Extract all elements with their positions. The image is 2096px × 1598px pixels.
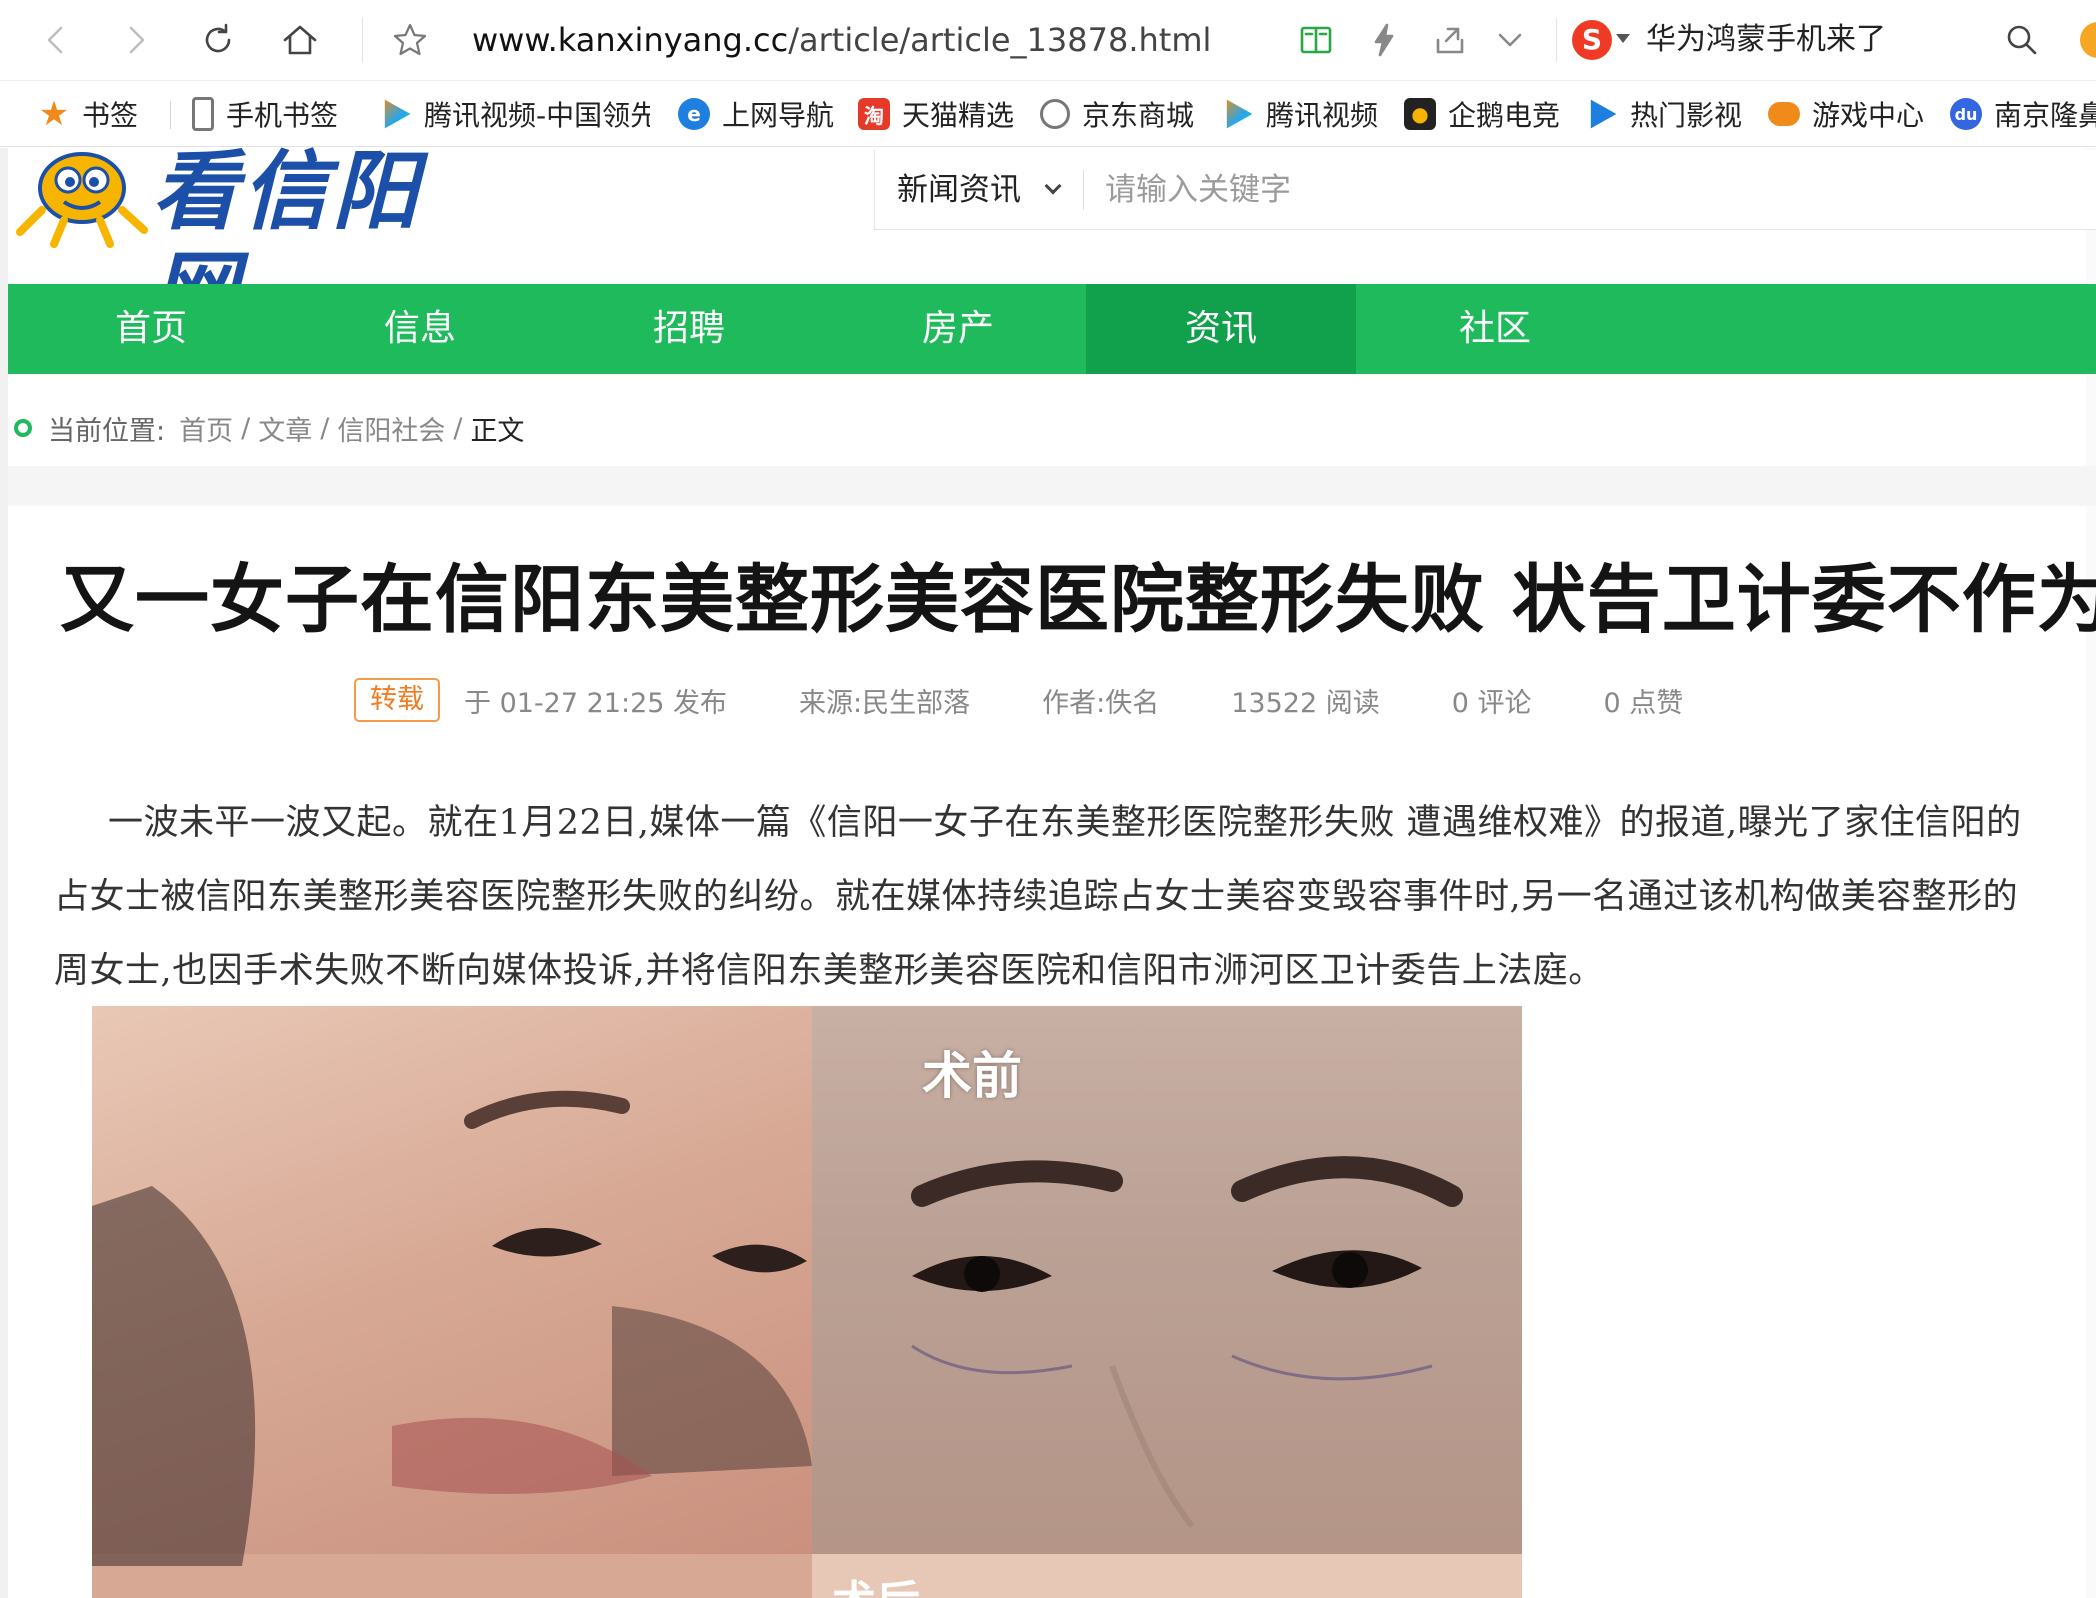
home-icon[interactable] [274, 14, 326, 66]
bookmark-label: 手机书签 [226, 99, 339, 132]
article-meta: 转载 于 01-27 21:25 发布 来源:民生部落 作者:佚名 13522 … [354, 678, 1755, 722]
breadcrumb-separator: / [453, 412, 463, 444]
nav-item-realestate[interactable]: 房产 [823, 284, 1093, 374]
nav-item-community[interactable]: 社区 [1360, 284, 1630, 374]
photo-label-before: 术前 [922, 1047, 1022, 1105]
bookmark-tencent-video-china[interactable]: 腾讯视频-中国领先 [380, 91, 650, 137]
star-icon: ★ [38, 94, 70, 134]
baidu-icon: du [1950, 98, 1982, 130]
hot-search-text[interactable]: 华为鸿蒙手机来了 [1646, 18, 1886, 62]
article-author: 作者:佚名 [1042, 687, 1160, 719]
bookmark-label: 热门影视 [1630, 99, 1743, 132]
bookmarks-bar: ★ 书签 手机书签 腾讯视频-中国领先 e 上网导航 淘 天猫精选 京东商城 腾… [0, 81, 2096, 147]
bookmark-tmall[interactable]: 淘 天猫精选 [858, 91, 1014, 137]
globe-icon [1040, 99, 1070, 129]
toolbar-divider [1556, 18, 1557, 62]
nav-item-jobs[interactable]: 招聘 [554, 284, 824, 374]
bookmark-movies[interactable]: 热门影视 [1586, 91, 1742, 137]
search-category-select[interactable]: 新闻资讯 [897, 166, 1021, 214]
search-icon[interactable] [1996, 14, 2048, 66]
back-icon[interactable] [30, 14, 82, 66]
site-search-input[interactable] [1105, 164, 2005, 216]
bookmark-label: 游戏中心 [1812, 99, 1925, 132]
section-gap [8, 466, 2096, 506]
breadcrumb-current: 正文 [470, 415, 525, 447]
article-photo: 术前 术后 [92, 1006, 1522, 1598]
bookmark-bookmarks[interactable]: ★ 书签 [38, 91, 138, 137]
breadcrumb-separator: / [320, 412, 330, 444]
nav-item-news[interactable]: 资讯 [1086, 284, 1356, 374]
mascot-icon [16, 152, 148, 248]
breadcrumb-articles[interactable]: 文章 [258, 409, 312, 448]
lightning-icon[interactable] [1358, 14, 1410, 66]
breadcrumb-prefix: 当前位置: [48, 415, 166, 447]
search-divider [1083, 170, 1084, 210]
bookmark-label: 腾讯视频 [1266, 99, 1379, 132]
bookmark-esports[interactable]: ● 企鹅电竞 [1404, 91, 1560, 137]
like-count[interactable]: 0 点赞 [1603, 681, 1683, 720]
bookmark-label: 南京隆鼻 [1994, 99, 2096, 132]
article-paragraph: 一波未平一波又起。就在1月22日,媒体一篇《信阳一女子在东美整形医院整形失败 遭… [54, 803, 2022, 991]
bookmark-mobile[interactable]: 手机书签 [192, 91, 338, 137]
reload-icon[interactable] [192, 14, 244, 66]
sogou-logo-icon[interactable]: S [1572, 20, 1612, 60]
nav-item-info[interactable]: 信息 [285, 284, 555, 374]
chevron-down-icon[interactable] [1484, 14, 1536, 66]
search-engine-caret-icon[interactable] [1616, 34, 1630, 43]
tencent-video-icon [1226, 99, 1253, 129]
bookmark-tencent-video[interactable]: 腾讯视频 [1222, 91, 1378, 137]
bookmark-label: 京东商城 [1082, 99, 1195, 132]
page-left-edge [0, 148, 8, 1598]
bookmark-label: 上网导航 [722, 99, 835, 132]
breadcrumb-separator: / [241, 412, 251, 444]
extension-icon[interactable] [2080, 22, 2096, 58]
address-bar[interactable]: www.kanxinyang.cc/article/article_13878.… [472, 18, 1211, 62]
url-path: /article/article_13878.html [788, 21, 1212, 59]
breadcrumb-home[interactable]: 首页 [179, 409, 233, 448]
article-source: 来源:民生部落 [799, 687, 971, 719]
site-search-box: 新闻资讯 [874, 150, 2096, 230]
play-icon [1590, 99, 1617, 129]
breadcrumb: 当前位置: 首页 / 文章 / 信阳社会 / 正文 [12, 408, 524, 448]
bookmark-label: 企鹅电竞 [1448, 99, 1561, 132]
forward-icon[interactable] [110, 14, 162, 66]
publish-time: 于 01-27 21:25 发布 [464, 687, 728, 719]
url-host: www.kanxinyang.cc [472, 21, 789, 59]
share-icon[interactable] [1424, 14, 1476, 66]
gamepad-icon [1768, 102, 1800, 126]
bookmark-label: 书签 [82, 99, 139, 132]
site-logo[interactable]: 看信阳网 [12, 140, 492, 342]
article-title: 又一女子在信阳东美整形美容医院整形失败 状告卫计委不作为 [60, 557, 2096, 643]
bookmark-divider [170, 101, 171, 129]
ie-icon: e [678, 98, 710, 130]
bookmark-games[interactable]: 游戏中心 [1768, 91, 1924, 137]
read-count: 13522 阅读 [1231, 687, 1380, 719]
bookmark-label: 天猫精选 [902, 99, 1015, 132]
star-icon[interactable] [384, 14, 436, 66]
browser-toolbar: www.kanxinyang.cc/article/article_13878.… [0, 0, 2096, 80]
bookmark-jd[interactable]: 京东商城 [1040, 91, 1194, 137]
repost-badge: 转载 [354, 678, 440, 722]
breadcrumb-category[interactable]: 信阳社会 [337, 409, 445, 448]
face-illustration [92, 1090, 1463, 1566]
bookmark-label: 腾讯视频-中国领先 [424, 99, 650, 132]
bookmark-nanjing[interactable]: du 南京隆鼻 [1950, 91, 2096, 137]
chevron-down-icon[interactable] [1044, 177, 1062, 195]
toolbar-divider [362, 18, 363, 62]
photo-label-after: 术后 [832, 1566, 920, 1598]
tmall-icon: 淘 [858, 98, 890, 130]
bookmark-nav[interactable]: e 上网导航 [678, 91, 834, 137]
location-pin-icon [14, 419, 32, 437]
tencent-video-icon [384, 99, 411, 129]
phone-icon [192, 97, 214, 131]
reader-icon[interactable] [1290, 14, 1342, 66]
penguin-icon: ● [1404, 98, 1436, 130]
nav-item-home[interactable]: 首页 [16, 284, 286, 374]
comment-count[interactable]: 0 评论 [1452, 681, 1532, 720]
main-nav: 首页 信息 招聘 房产 资讯 社区 [8, 284, 2096, 374]
